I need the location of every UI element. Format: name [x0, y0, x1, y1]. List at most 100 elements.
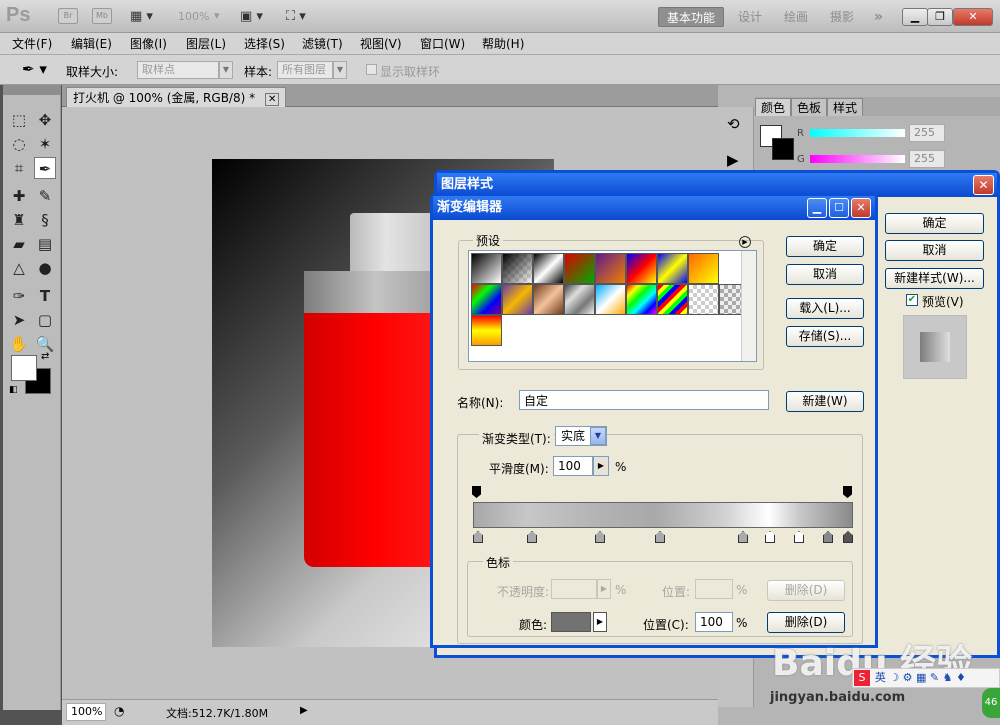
panel-background-swatch[interactable] [772, 138, 794, 160]
preset-swatch[interactable] [688, 284, 719, 315]
name-field[interactable] [519, 390, 769, 410]
preset-swatch[interactable] [502, 253, 533, 284]
maximize-icon[interactable]: ☐ [829, 198, 849, 218]
close-icon[interactable]: ✕ [264, 93, 280, 106]
tab-color[interactable]: 颜色 [755, 98, 792, 116]
sample-select[interactable]: 所有图层 [277, 61, 333, 79]
document-tab[interactable]: 打火机 @ 100% (金属, RGB/8) * ✕ [66, 87, 287, 107]
preset-swatch[interactable] [626, 284, 657, 315]
default-colors-icon[interactable]: ◧ [9, 385, 18, 395]
taskbar-badge[interactable]: 46 [982, 688, 1000, 718]
preset-swatch[interactable] [564, 253, 595, 284]
close-icon[interactable]: ✕ [973, 175, 994, 195]
status-menu-arrow-icon[interactable]: ▶ [300, 705, 308, 716]
presets-list[interactable] [468, 250, 757, 362]
arrange-documents-icon[interactable]: ▣ ▾ [240, 9, 263, 24]
preview-checkbox[interactable]: ✔ [906, 294, 918, 306]
history-panel-icon[interactable]: ⟲ [727, 115, 740, 133]
g-slider[interactable] [810, 155, 905, 163]
toolbox-header[interactable] [3, 85, 61, 95]
preset-swatch[interactable] [595, 284, 626, 315]
delete-opacity-stop-button[interactable]: 删除(D) [767, 580, 845, 601]
layer-style-ok-button[interactable]: 确定 [885, 213, 984, 234]
workspace-basic[interactable]: 基本功能 [658, 7, 725, 27]
preset-swatch[interactable] [595, 253, 626, 284]
preset-swatch[interactable] [471, 315, 502, 346]
preset-swatch[interactable] [533, 284, 564, 315]
workspace-design[interactable]: 设计 [730, 7, 770, 27]
dodge-tool-icon[interactable]: ● [34, 257, 56, 279]
workspace-photography[interactable]: 摄影 [822, 7, 862, 27]
close-icon[interactable]: ✕ [851, 198, 871, 218]
close-button[interactable]: ✕ [953, 8, 993, 26]
blur-tool-icon[interactable]: △ [8, 257, 30, 279]
more-workspaces-button[interactable]: » [866, 7, 891, 27]
history-brush-tool-icon[interactable]: § [34, 209, 56, 231]
zoom-combo[interactable]: 100% [178, 10, 209, 23]
presets-menu-icon[interactable]: ▶ [739, 236, 751, 248]
brush-tool-icon[interactable]: ✎ [34, 185, 56, 207]
layer-style-cancel-button[interactable]: 取消 [885, 240, 984, 261]
preset-swatch[interactable] [471, 284, 502, 315]
stop-color-swatch[interactable] [551, 612, 591, 632]
new-style-button[interactable]: 新建样式(W)... [885, 268, 984, 289]
g-value-field[interactable]: 255 [909, 150, 945, 168]
show-ring-checkbox[interactable] [366, 64, 377, 75]
preset-swatch[interactable] [657, 284, 688, 315]
ime-tools-icon[interactable]: 英 ☽ ⚙ ▦ ✎ ♞ ♦ [875, 671, 966, 684]
sample-size-select[interactable]: 取样点 [137, 61, 219, 79]
ok-button[interactable]: 确定 [786, 236, 864, 257]
chevron-down-icon[interactable]: ▼ [219, 61, 233, 79]
status-info-icon[interactable]: ◔ [114, 704, 124, 718]
move-tool-icon[interactable]: ✥ [34, 109, 56, 131]
color-menu-arrow-icon[interactable]: ▶ [593, 612, 607, 632]
menu-filter[interactable]: 滤镜(T) [296, 33, 349, 55]
save-button[interactable]: 存储(S)... [786, 326, 864, 347]
menu-select[interactable]: 选择(S) [238, 33, 291, 55]
preset-swatch[interactable] [564, 284, 595, 315]
zoom-combo-arrow-icon[interactable]: ▾ [214, 9, 220, 22]
workspace-painting[interactable]: 绘画 [776, 7, 816, 27]
chevron-down-icon[interactable]: ▼ [333, 61, 347, 79]
shape-tool-icon[interactable]: ▢ [34, 309, 56, 331]
load-button[interactable]: 载入(L)... [786, 298, 864, 319]
gradient-bar[interactable] [473, 502, 853, 528]
presets-scrollbar[interactable] [741, 251, 756, 361]
pen-tool-icon[interactable]: ✑ [8, 285, 30, 307]
cancel-button[interactable]: 取消 [786, 264, 864, 285]
tab-swatches[interactable]: 色板 [791, 98, 828, 116]
menu-edit[interactable]: 编辑(E) [65, 33, 118, 55]
eraser-tool-icon[interactable]: ▰ [8, 233, 30, 255]
gradient-tool-icon[interactable]: ▤ [34, 233, 56, 255]
preset-swatch[interactable] [502, 284, 533, 315]
r-value-field[interactable]: 255 [909, 124, 945, 142]
ime-logo-icon[interactable]: S [854, 670, 870, 686]
menu-image[interactable]: 图像(I) [124, 33, 173, 55]
hand-tool-icon[interactable]: ✋ [8, 333, 30, 355]
preset-swatch[interactable] [626, 253, 657, 284]
bridge-icon[interactable]: Br [58, 8, 78, 24]
new-button[interactable]: 新建(W) [786, 391, 864, 412]
preset-swatch[interactable] [471, 253, 502, 284]
healing-brush-tool-icon[interactable]: ✚ [8, 185, 30, 207]
menu-view[interactable]: 视图(V) [354, 33, 408, 55]
menu-file[interactable]: 文件(F) [6, 33, 58, 55]
opacity-field[interactable] [551, 579, 597, 599]
minimize-button[interactable]: ▁ [902, 8, 928, 26]
screen-mode-icon[interactable]: ⛶ ▾ [286, 9, 306, 24]
restore-button[interactable]: ❐ [927, 8, 953, 26]
clone-stamp-tool-icon[interactable]: ♜ [8, 209, 30, 231]
marquee-tool-icon[interactable]: ⬚ [8, 109, 30, 131]
actions-panel-icon[interactable]: ▶ [727, 151, 739, 169]
menu-layer[interactable]: 图层(L) [180, 33, 232, 55]
crop-tool-icon[interactable]: ⌗ [8, 157, 30, 179]
type-tool-icon[interactable]: T [34, 285, 56, 307]
swap-colors-icon[interactable]: ⇄ [41, 351, 49, 362]
eyedropper-tool-preset-icon[interactable]: ✒ ▾ [22, 60, 47, 78]
tab-styles[interactable]: 样式 [827, 98, 864, 116]
eyedropper-tool-icon[interactable]: ✒ [34, 157, 56, 179]
foreground-color-swatch-top[interactable] [11, 355, 37, 381]
menu-help[interactable]: 帮助(H) [476, 33, 530, 55]
preset-swatch[interactable] [688, 253, 719, 284]
path-selection-tool-icon[interactable]: ➤ [8, 309, 30, 331]
